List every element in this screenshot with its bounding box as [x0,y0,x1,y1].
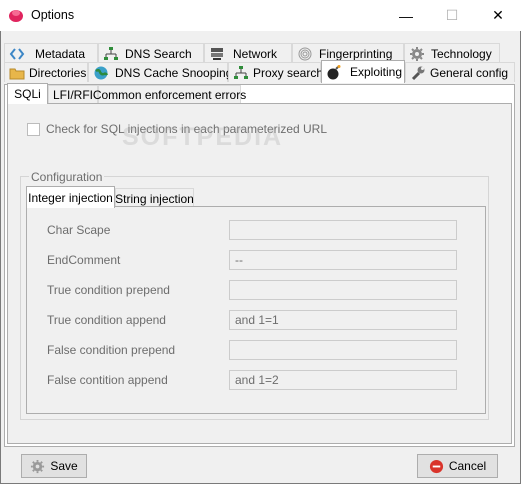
tab-string-injection[interactable]: String injection [115,188,194,208]
tab-label: Proxy search [253,65,324,80]
false-condition-append-field[interactable]: and 1=2 [229,370,457,390]
network-tree-icon [234,65,248,79]
cancel-icon [429,459,443,473]
tab-label: General config [430,65,509,80]
true-condition-append-field[interactable]: and 1=1 [229,310,457,330]
true-condition-prepend-label: True condition prepend [47,283,170,297]
tab-dns-search[interactable]: DNS Search [98,43,204,63]
false-condition-append-label: False contition append [47,373,168,387]
true-condition-prepend-field[interactable] [229,280,457,300]
title-bar: Options — ☐ ✕ [0,0,521,31]
false-condition-prepend-label: False condition prepend [47,343,176,357]
maximize-icon: ☐ [445,7,459,23]
save-button-label: Save [50,459,78,473]
configuration-group-label: Configuration [29,170,105,184]
globe-icon [94,66,109,79]
true-condition-append-label: True condition append [47,313,166,327]
tab-label: Fingerprinting [319,46,393,61]
tab-label: DNS Search [125,46,192,61]
cancel-button-label: Cancel [448,459,487,473]
minimize-icon: — [399,7,413,24]
end-comment-label: EndComment [47,253,121,267]
tab-dns-cache-snooping[interactable]: DNS Cache Snooping [88,62,232,82]
tab-label: LFI/RFI [52,88,93,102]
end-comment-field[interactable]: -- [229,250,457,270]
tab-label: Integer injection [28,190,113,205]
tab-directories[interactable]: Directories [4,62,88,82]
tab-exploiting[interactable]: Exploiting [321,60,405,83]
gear-icon [410,46,424,61]
false-condition-prepend-field[interactable] [229,340,457,360]
server-icon [211,47,223,60]
tab-label: Directories [29,65,87,80]
network-tree-icon [104,46,118,60]
tab-proxy-search[interactable]: Proxy search [228,62,324,82]
tab-label: Metadata [35,46,86,61]
cancel-button[interactable]: Cancel [417,454,498,478]
minimize-button[interactable]: — [383,0,429,31]
tab-network[interactable]: Network [204,43,292,63]
gear-icon [31,459,45,473]
watermark: SOFTPEDIA [122,123,284,151]
tab-label: SQLi [14,87,41,101]
maximize-button[interactable]: ☐ [429,0,475,31]
save-button[interactable]: Save [21,454,87,478]
tab-label: DNS Cache Snooping [115,65,233,80]
tab-label: Technology [431,46,492,61]
app-icon [8,8,24,22]
tab-label: Exploiting [350,65,403,79]
bomb-icon [327,65,341,80]
tab-lfi-rfi[interactable]: LFI/RFI [48,85,98,104]
tab-metadata[interactable]: Metadata [4,43,98,63]
tab-label: Common enforcement errors [92,88,247,102]
code-icon [9,47,25,60]
window-title: Options [31,8,75,22]
char-scape-label: Char Scape [47,223,111,237]
close-icon: ✕ [492,7,504,23]
sql-injection-checkbox[interactable] [27,123,40,136]
tab-common-enforcement-errors[interactable]: Common enforcement errors [93,85,246,104]
tab-technology[interactable]: Technology [404,43,500,63]
tab-general-config[interactable]: General config [405,62,515,82]
tab-label: Network [233,46,278,61]
wrench-icon [411,66,425,80]
close-button[interactable]: ✕ [475,0,521,31]
char-scape-field[interactable] [229,220,457,240]
tab-integer-injection[interactable]: Integer injection [26,186,115,208]
fingerprint-icon [298,47,312,60]
folder-icon [9,68,25,79]
tab-label: String injection [115,191,194,206]
tab-sqli[interactable]: SQLi [7,83,48,104]
